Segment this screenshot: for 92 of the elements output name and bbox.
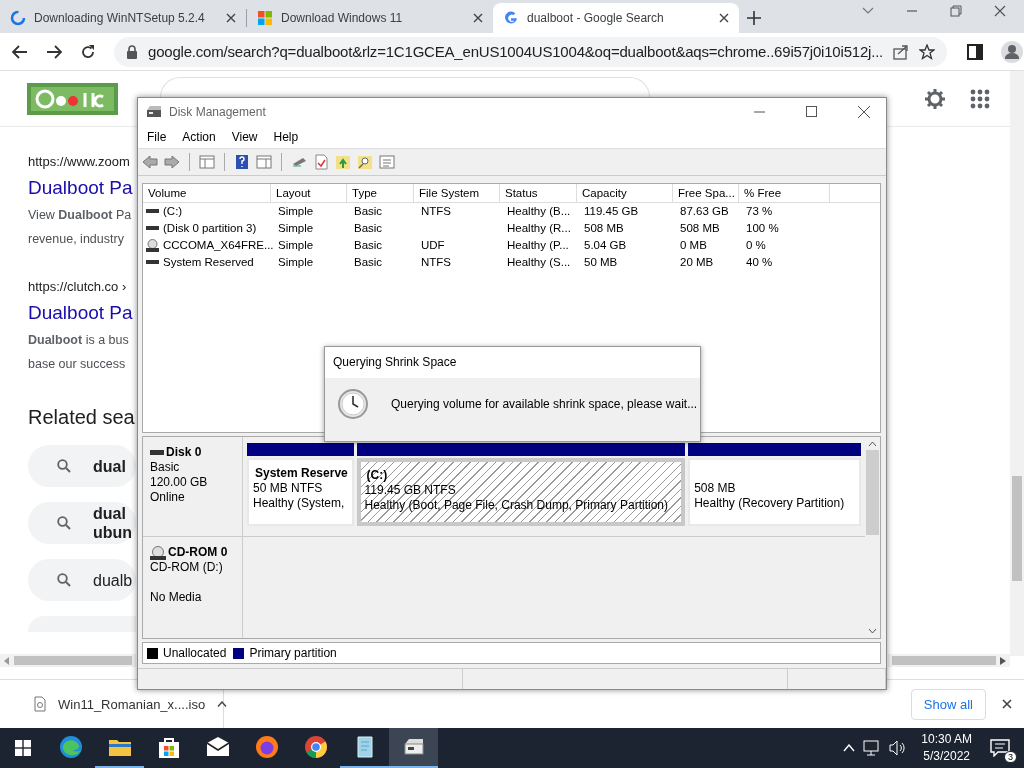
partition-info: 508 MB xyxy=(694,481,737,497)
menu-item[interactable]: View xyxy=(231,129,258,144)
table-cell: Simple xyxy=(278,239,314,252)
result-snippet: base our success xyxy=(28,356,127,373)
partition-info: Healthy (Boot, Page File, Crash Dump, Primary Partition) xyxy=(364,498,669,514)
table-cell: 5.04 GB xyxy=(584,239,627,252)
table-cell: System Reserved xyxy=(163,256,254,269)
column-header[interactable]: File System xyxy=(414,183,500,202)
show-all-button[interactable]: Show all xyxy=(910,688,986,720)
column-header[interactable]: Free Spa... xyxy=(673,183,739,202)
partition-info: 119.45 GB NTFS xyxy=(364,483,457,499)
table-cell: Basic xyxy=(354,205,383,218)
disk-info: Online xyxy=(150,490,186,506)
related-search-chip[interactable]: dualb xyxy=(28,559,136,601)
table-cell: 508 MB xyxy=(680,222,720,235)
result-snippet: View Dualboot Pa xyxy=(28,207,133,224)
table-cell: 73 % xyxy=(746,205,773,218)
result-title-link[interactable]: Dualboot Pa xyxy=(28,173,137,203)
column-header[interactable]: Volume xyxy=(143,183,271,202)
menu-item[interactable]: Action xyxy=(182,129,216,144)
related-search-chip[interactable]: dual ubun xyxy=(28,502,136,544)
table-cell: (Disk 0 partition 3) xyxy=(163,222,257,235)
table-cell: 508 MB xyxy=(584,222,624,235)
disk-name: CD-ROM 0 xyxy=(168,545,228,561)
partition-block[interactable]: System Reserve 50 MB NTFS Healthy (System, xyxy=(247,458,354,527)
browser-tab[interactable]: Downloading WinNTSetup 5.2.4 xyxy=(0,3,246,33)
disk-info: CD-ROM (D:) xyxy=(150,560,224,576)
result-snippet: Dualboot is a bus xyxy=(28,332,130,349)
table-cell: Healthy (P... xyxy=(507,239,569,252)
clock-date: 5/3/2022 xyxy=(922,748,971,765)
disk-name: Disk 0 xyxy=(166,445,202,461)
clock-time: 10:30 AM xyxy=(921,731,972,748)
tab-title: Downloading WinNTSetup 5.2.4 xyxy=(34,11,206,25)
column-header[interactable]: Status xyxy=(500,183,577,202)
partition-info: Healthy (Recovery Partition) xyxy=(694,496,846,512)
table-cell: Basic xyxy=(354,222,383,235)
table-cell: NTFS xyxy=(421,256,452,269)
partition-name: (C:) xyxy=(366,468,388,483)
tab-title: Download Windows 11 xyxy=(281,11,404,25)
notification-count-badge: 3 xyxy=(1004,751,1017,763)
related-heading: Related sea xyxy=(28,406,136,429)
column-header[interactable]: % Free xyxy=(739,183,830,202)
address-bar[interactable]: google.com/search?q=dualboot&rlz=1C1GCEA_enUS1004US1004&oq=dualboot&aqs=chrome..69i57j0i10i512j... xyxy=(114,36,948,67)
result-url[interactable]: https://clutch.co › xyxy=(28,278,137,296)
legend-label: Primary partition xyxy=(249,646,337,661)
partition-block[interactable]: (C:) 119.45 GB NTFS Healthy (Boot, Page File, Crash Dump, Primary Partition) xyxy=(356,458,686,527)
table-cell: 119.45 GB xyxy=(584,205,639,218)
browser-tab[interactable]: dualboot - Google Search xyxy=(493,3,739,33)
table-cell: Basic xyxy=(354,256,383,269)
partition-info: 50 MB NTFS xyxy=(253,481,324,497)
dialog-title: Querying Shrink Space xyxy=(325,347,700,378)
result-title-link[interactable]: Dualboot Pa xyxy=(28,298,137,328)
disk-info: Basic xyxy=(150,460,181,476)
table-cell: 87.63 GB xyxy=(680,205,729,218)
clock[interactable]: 10:30 AM 5/3/2022 xyxy=(921,731,972,765)
table-cell: 0 MB xyxy=(680,239,707,252)
table-cell: Simple xyxy=(278,222,314,235)
table-cell: NTFS xyxy=(421,205,452,218)
table-cell: 100 % xyxy=(746,222,779,235)
column-header[interactable]: Type xyxy=(347,183,414,202)
column-header[interactable]: Capacity xyxy=(577,183,673,202)
table-cell: 0 % xyxy=(746,239,766,252)
table-cell: Healthy (B... xyxy=(507,205,571,218)
table-cell: Simple xyxy=(278,205,314,218)
partition-name: System Reserve xyxy=(255,466,348,481)
table-cell: UDF xyxy=(421,239,445,252)
window-title: Disk Management xyxy=(169,104,266,119)
tab-title: dualboot - Google Search xyxy=(527,11,665,25)
result-url[interactable]: https://www.zoom xyxy=(28,153,137,171)
related-search-chip[interactable]: dual xyxy=(28,445,136,487)
table-cell: 20 MB xyxy=(680,256,714,269)
dialog-message: Querying volume for available shrink space, please wait... xyxy=(391,397,698,411)
address-text: google.com/search?q=dualboot&rlz=1C1GCEA_enUS1004US1004&oq=dualboot&aqs=chrome..69i57j0i10i512j... xyxy=(148,43,884,60)
menu-item[interactable]: File xyxy=(147,129,167,144)
table-cell: Healthy (S... xyxy=(507,256,571,269)
table-cell: CCCOMA_X64FRE... xyxy=(163,239,274,252)
legend-label: Unallocated xyxy=(163,646,227,661)
partition-info: Healthy (System, xyxy=(253,496,346,512)
column-header[interactable]: Layout xyxy=(271,183,347,202)
table-cell: 50 MB xyxy=(584,256,618,269)
table-cell: Basic xyxy=(354,239,383,252)
disk-info: No Media xyxy=(150,590,203,606)
table-cell: Simple xyxy=(278,256,314,269)
browser-tab[interactable]: Download Windows 11 xyxy=(247,3,493,33)
result-snippet: revenue, industry xyxy=(28,231,125,248)
partition-block[interactable]: 508 MB Healthy (Recovery Partition) xyxy=(688,458,861,527)
disk-info: 120.00 GB xyxy=(150,475,209,491)
menu-item[interactable]: Help xyxy=(273,129,299,144)
table-cell: (C:) xyxy=(163,205,183,218)
download-filename: Win11_Romanian_x....iso xyxy=(58,696,206,712)
table-cell: Healthy (R... xyxy=(507,222,571,235)
table-cell: 40 % xyxy=(746,256,773,269)
